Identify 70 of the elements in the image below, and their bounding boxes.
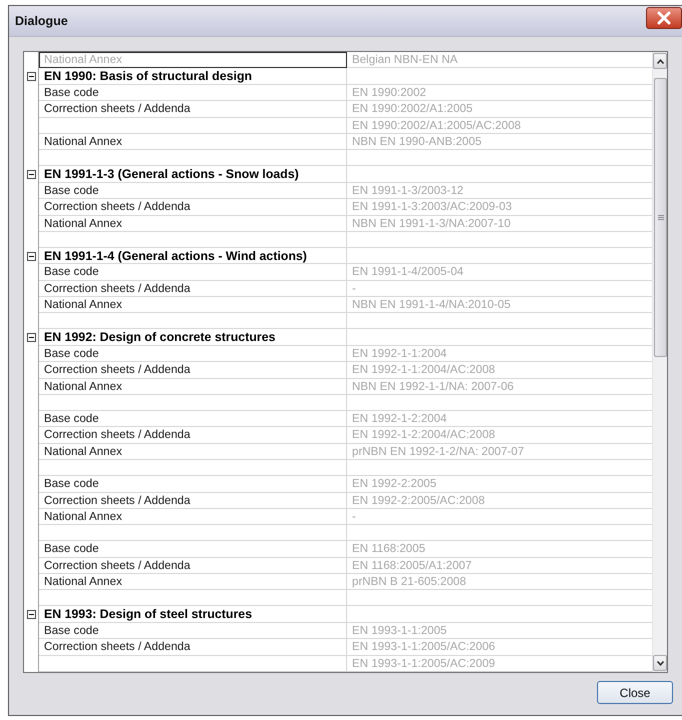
property-label[interactable]: National Annex <box>39 134 347 150</box>
property-label[interactable]: National Annex <box>39 444 347 460</box>
property-value: NBN EN 1991-1-3/NA:2007-10 <box>347 216 652 232</box>
property-value: EN 1991-1-3/2003-12 <box>347 182 652 200</box>
chevron-up-icon <box>656 58 664 64</box>
property-value: NBN EN 1991-1-4/NA:2010-05 <box>347 297 652 314</box>
property-value: EN 1990:2002/A1:2005 <box>347 101 652 118</box>
property-label[interactable]: Base code <box>39 84 347 102</box>
property-value: NBN EN 1990-ANB:2005 <box>347 134 652 150</box>
property-label[interactable]: Correction sheets / Addenda <box>39 362 347 379</box>
close-icon <box>657 11 671 25</box>
property-value: EN 1990:2002 <box>347 84 652 102</box>
collapse-icon[interactable] <box>26 610 36 620</box>
property-value: prNBN EN 1992-1-2/NA: 2007-07 <box>347 444 652 460</box>
property-label[interactable]: Correction sheets / Addenda <box>39 101 347 118</box>
property-label[interactable]: Correction sheets / Addenda <box>39 558 347 574</box>
property-value: - <box>347 280 652 298</box>
property-value: EN 1992-1-2:2004 <box>347 410 652 428</box>
property-value: EN 1992-1-2:2004/AC:2008 <box>347 427 652 444</box>
property-label[interactable]: Correction sheets / Addenda <box>39 639 347 656</box>
property-label[interactable]: Base code <box>39 476 347 493</box>
property-label[interactable]: Base code <box>39 622 347 640</box>
property-label[interactable]: Correction sheets / Addenda <box>39 199 347 216</box>
property-value: Belgian NBN-EN NA <box>347 52 652 68</box>
chevron-down-icon <box>656 660 664 666</box>
property-label[interactable]: Correction sheets / Addenda <box>39 492 347 509</box>
property-value: EN 1991-1-3:2003/AC:2009-03 <box>347 199 652 216</box>
window-title: Dialogue <box>15 14 68 28</box>
property-value: EN 1168:2005/A1:2007 <box>347 558 652 574</box>
property-label[interactable]: Correction sheets / Addenda <box>39 280 347 298</box>
property-value: NBN EN 1992-1-1/NA: 2007-06 <box>347 378 652 395</box>
group-title: EN 1993: Design of steel structures <box>39 606 347 623</box>
group-title: EN 1992: Design of concrete structures <box>39 329 347 346</box>
property-value: EN 1991-1-4/2005-04 <box>347 264 652 281</box>
property-label[interactable]: National Annex <box>39 574 347 590</box>
property-value: prNBN B 21-605:2008 <box>347 574 652 590</box>
scroll-down-button[interactable] <box>653 655 667 671</box>
property-value: - <box>347 508 652 526</box>
property-value: EN 1992-1-1:2004 <box>347 346 652 362</box>
property-value: EN 1993-1-1:2005/AC:2006 <box>347 639 652 656</box>
property-value: EN 1993-1-1:2005/AC:2009 <box>347 656 652 672</box>
scroll-up-button[interactable] <box>653 53 667 69</box>
property-label[interactable]: National Annex <box>39 297 347 314</box>
close-button[interactable] <box>646 7 682 29</box>
group-title: EN 1991-1-3 (General actions - Snow loads) <box>39 166 347 183</box>
property-value: EN 1993-1-1:2005 <box>347 622 652 640</box>
group-title: EN 1991-1-4 (General actions - Wind actions) <box>39 248 347 264</box>
group-title: EN 1990: Basis of structural design <box>39 68 347 85</box>
property-label[interactable]: Base code <box>39 541 347 558</box>
close-button[interactable]: Close <box>597 681 673 704</box>
property-label[interactable]: National Annex <box>39 216 347 232</box>
property-label[interactable]: Base code <box>39 264 347 281</box>
property-value: EN 1990:2002/A1:2005/AC:2008 <box>347 118 652 134</box>
collapse-icon[interactable] <box>26 72 36 82</box>
property-value: EN 1168:2005 <box>347 541 652 558</box>
property-value: EN 1992-2:2005 <box>347 476 652 493</box>
property-value: EN 1992-2:2005/AC:2008 <box>347 492 652 509</box>
collapse-icon[interactable] <box>26 170 36 180</box>
property-label[interactable]: Base code <box>39 182 347 200</box>
property-label[interactable]: Base code <box>39 410 347 428</box>
property-label[interactable]: National Annex <box>39 378 347 395</box>
collapse-icon[interactable] <box>26 252 36 261</box>
collapse-icon[interactable] <box>26 333 36 342</box>
scroll-thumb[interactable] <box>654 78 667 357</box>
scrollbar[interactable] <box>652 52 667 672</box>
property-value: EN 1992-1-1:2004/AC:2008 <box>347 362 652 379</box>
property-label[interactable]: Correction sheets / Addenda <box>39 427 347 444</box>
grip-icon <box>658 215 664 220</box>
property-label[interactable]: Base code <box>39 346 347 362</box>
property-label[interactable]: National Annex <box>39 508 347 526</box>
